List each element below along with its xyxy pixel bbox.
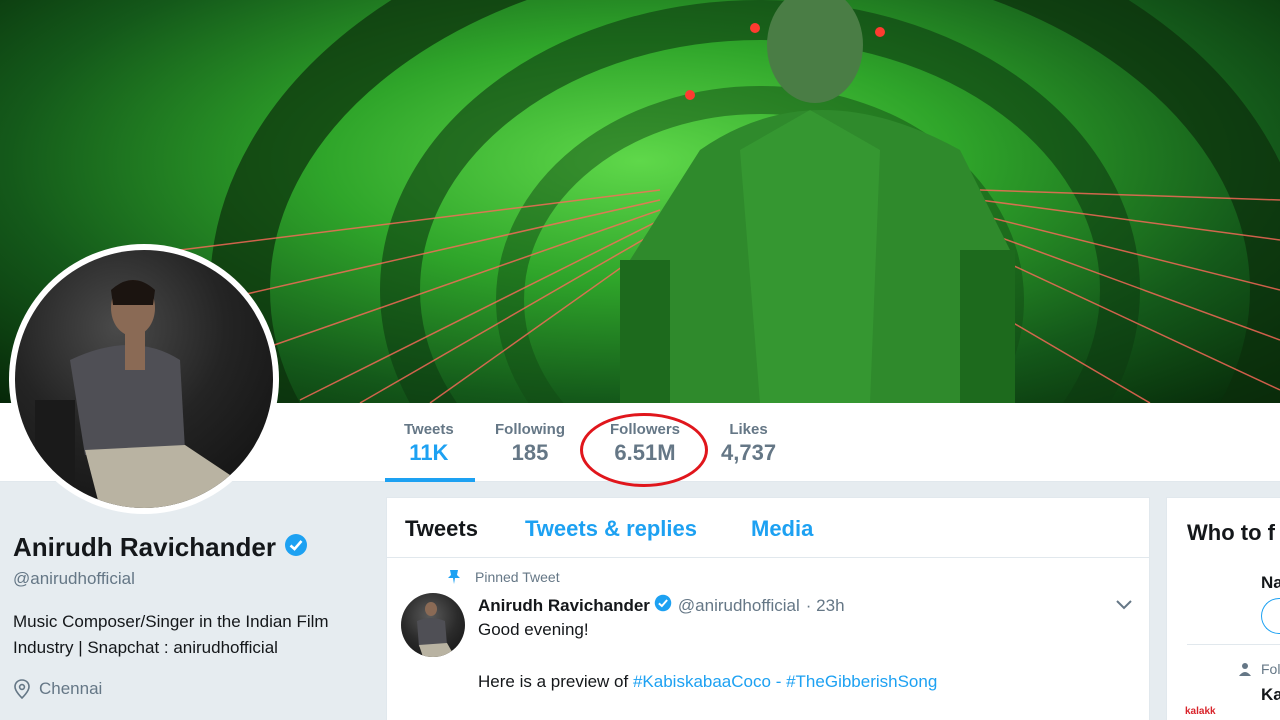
bio-line-1: Music Composer/Singer in the Indian Film (13, 612, 329, 631)
pinned-text: Pinned Tweet (475, 569, 560, 585)
pinned-tweet-label: Pinned Tweet (447, 569, 560, 585)
suggestion-1-name[interactable]: Na (1261, 573, 1280, 593)
stat-following-value: 185 (511, 440, 549, 465)
panel-divider (1187, 644, 1280, 645)
profile-info: Anirudh Ravichander @anirudhofficial Mus… (13, 532, 373, 699)
hashtag-separator: - (775, 672, 782, 691)
tweet-text-prefix: Here is a preview of (478, 672, 629, 691)
tab-tweets[interactable]: Tweets (405, 516, 478, 542)
hashtag-link-1[interactable]: #KabiskabaaCoco (633, 672, 771, 691)
timeline-tabs: Tweets Tweets & replies Media (387, 498, 1149, 558)
stat-likes-value: 4,737 (721, 440, 777, 465)
tab-tweets-and-replies[interactable]: Tweets & replies (525, 516, 697, 542)
tweet-timestamp[interactable]: · 23h (806, 596, 845, 616)
pin-icon (448, 570, 460, 584)
profile-handle[interactable]: @anirudhofficial (13, 569, 373, 589)
location-pin-icon (14, 679, 30, 699)
tweet-verified-icon (654, 594, 672, 617)
location-text: Chennai (39, 679, 103, 698)
profile-name: Anirudh Ravichander (13, 532, 276, 562)
person-icon (1239, 663, 1251, 676)
bio-line-2: Industry | Snapchat : anirudhofficial (13, 638, 278, 657)
stat-tweets[interactable]: Tweets 11K (404, 421, 454, 466)
active-tab-indicator (385, 478, 475, 482)
stat-likes[interactable]: Likes 4,737 (721, 421, 776, 466)
followers-highlight-circle (580, 413, 708, 487)
hashtag-link-2[interactable]: #TheGibberishSong (786, 672, 937, 691)
profile-location: Chennai (13, 679, 373, 699)
tweet-author-handle[interactable]: @anirudhofficial (678, 596, 800, 616)
who-to-follow-title: Who to f (1187, 520, 1275, 545)
avatar-illustration (35, 280, 230, 508)
tweet-avatar-illustration (417, 602, 455, 657)
suggestion-2-name[interactable]: Ka (1261, 685, 1280, 705)
tweet-author-name[interactable]: Anirudh Ravichander (478, 596, 650, 616)
stat-likes-label: Likes (729, 421, 768, 438)
profile-bio: Music Composer/Singer in the Indian Film… (13, 609, 373, 661)
suggestion-2-logo[interactable]: kalakk (1185, 706, 1216, 717)
tweet-menu-chevron-down-icon[interactable] (1115, 598, 1133, 616)
stat-tweets-value: 11K (409, 440, 449, 465)
tweet-header: Anirudh Ravichander @anirudhofficial · 2… (478, 594, 845, 617)
followed-by-text: Fol (1261, 661, 1280, 677)
timeline-panel: Tweets Tweets & replies Media Pinned Twe… (386, 497, 1150, 720)
followed-by-label: Fol (1239, 661, 1280, 677)
stat-following[interactable]: Following 185 (495, 421, 565, 466)
profile-avatar[interactable] (9, 244, 279, 514)
suggestion-1-follow-button[interactable] (1261, 598, 1280, 634)
who-to-follow-panel: Who to f Na Fol Ka kalakk (1166, 497, 1280, 720)
stat-tweets-label: Tweets (404, 421, 454, 438)
tweet-text-line-2: Here is a preview of #KabiskabaaCoco - #… (478, 672, 937, 692)
tweet-avatar[interactable] (401, 593, 465, 657)
tab-media[interactable]: Media (751, 516, 813, 542)
avatar-photo (15, 250, 273, 508)
stat-following-label: Following (495, 421, 565, 438)
tweet-text-line-1: Good evening! (478, 620, 589, 639)
verified-badge-icon (284, 533, 308, 562)
